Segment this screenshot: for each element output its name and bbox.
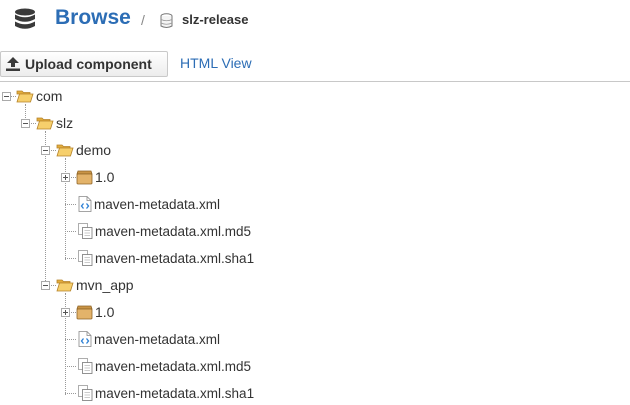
upload-component-label: Upload component: [25, 56, 152, 72]
tree-node-label: com: [36, 88, 63, 104]
checksum-file-icon: [78, 358, 93, 374]
breadcrumb-repository[interactable]: slz-release: [182, 12, 249, 27]
tree-node-label: slz: [56, 115, 74, 131]
tree-node-label: demo: [76, 142, 112, 158]
package-icon: [76, 170, 93, 184]
package-icon: [76, 305, 93, 319]
tree-node-demo[interactable]: demo: [56, 138, 111, 162]
expand-toggle-demo-version[interactable]: [61, 173, 70, 182]
tree-file-md5[interactable]: maven-metadata.xml.md5: [78, 219, 251, 243]
tree-node-label: 1.0: [95, 304, 115, 320]
tree-guide: [65, 366, 76, 367]
xml-file-icon: [78, 196, 92, 212]
tree-guide: [65, 258, 76, 259]
tree-guide: [65, 393, 76, 394]
header: Browse / slz-release: [0, 0, 630, 44]
tree-node-mvn-app[interactable]: mvn_app: [56, 273, 134, 297]
tree-guide: [65, 231, 76, 232]
folder-open-icon: [56, 144, 74, 157]
collapse-toggle-demo[interactable]: [41, 146, 50, 155]
tree-node-label: maven-metadata.xml.sha1: [95, 250, 255, 266]
folder-open-icon: [16, 90, 34, 103]
tree-node-demo-version[interactable]: 1.0: [76, 165, 114, 189]
repository-icon: [160, 13, 173, 28]
tree-node-label: 1.0: [95, 169, 115, 185]
tree-node-label: maven-metadata.xml: [94, 331, 221, 347]
breadcrumb-separator: /: [141, 12, 145, 28]
html-view-link[interactable]: HTML View: [180, 55, 252, 71]
tree-node-label: maven-metadata.xml.md5: [95, 223, 252, 239]
tree-node-mvn-app-version[interactable]: 1.0: [76, 300, 114, 324]
toolbar: Upload component HTML View: [0, 49, 630, 82]
tree-node-slz[interactable]: slz: [36, 111, 73, 135]
collapse-toggle-mvn-app[interactable]: [41, 281, 50, 290]
tree-file-xml[interactable]: maven-metadata.xml: [78, 327, 220, 351]
upload-icon: [6, 57, 20, 71]
tree-file-md5[interactable]: maven-metadata.xml.md5: [78, 354, 251, 378]
checksum-file-icon: [78, 385, 93, 401]
tree-node-label: maven-metadata.xml.md5: [95, 358, 252, 374]
page-title[interactable]: Browse: [55, 6, 131, 30]
tree-file-sha1[interactable]: maven-metadata.xml.sha1: [78, 246, 254, 270]
xml-file-icon: [78, 331, 92, 347]
tree-file-xml[interactable]: maven-metadata.xml: [78, 192, 220, 216]
tree-file-sha1[interactable]: maven-metadata.xml.sha1: [78, 381, 254, 405]
checksum-file-icon: [78, 223, 93, 239]
collapse-toggle-slz[interactable]: [21, 119, 30, 128]
folder-open-icon: [56, 279, 74, 292]
tree-guide: [65, 339, 76, 340]
upload-component-button[interactable]: Upload component: [0, 51, 168, 77]
expand-toggle-mvn-app-version[interactable]: [61, 308, 70, 317]
tree-node-label: maven-metadata.xml.sha1: [95, 385, 255, 401]
collapse-toggle-com[interactable]: [2, 92, 11, 101]
tree-node-com[interactable]: com: [16, 84, 62, 108]
tree-node-label: maven-metadata.xml: [94, 196, 221, 212]
tree-node-label: mvn_app: [76, 277, 134, 293]
folder-open-icon: [36, 117, 54, 130]
checksum-file-icon: [78, 250, 93, 266]
component-tree: com slz demo 1.0 maven-metadata.xml mave…: [0, 84, 630, 405]
tree-guide: [65, 204, 76, 205]
database-icon: [15, 8, 35, 29]
